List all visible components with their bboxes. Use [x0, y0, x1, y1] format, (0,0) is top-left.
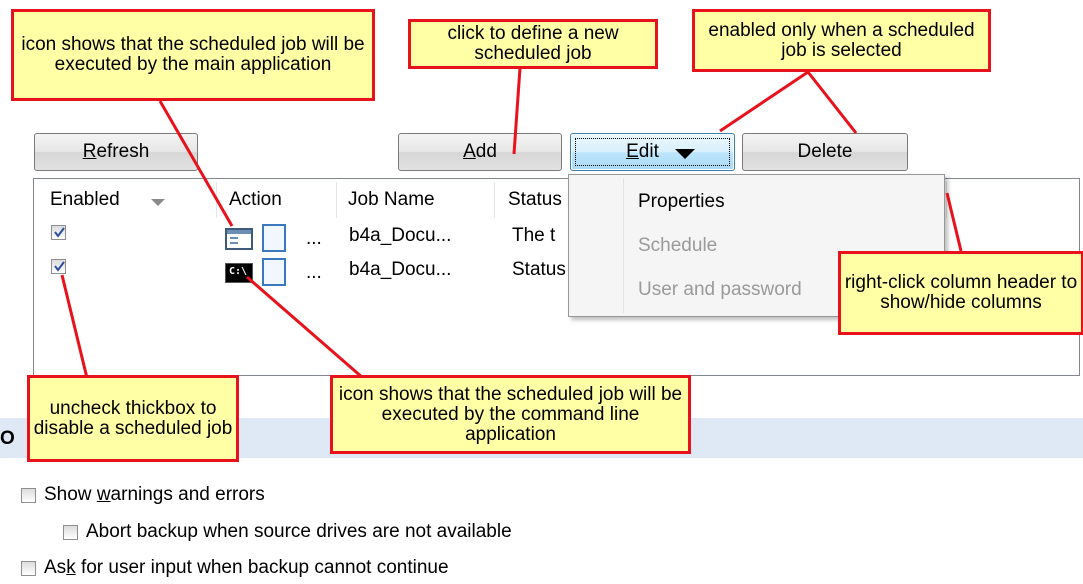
abort-backup-option[interactable]: Abort backup when source drives are not … [63, 521, 512, 543]
column-separator[interactable] [336, 182, 337, 218]
dropdown-arrow-icon [675, 149, 695, 159]
callout-main-app-icon: icon shows that the scheduled job will b… [11, 9, 375, 101]
ask-input-option[interactable]: As k for user input when backup cannot co… [21, 557, 449, 579]
sort-arrow-icon [151, 199, 165, 206]
focus-rectangle [575, 138, 730, 166]
job-name-cell[interactable]: b4a_Docu... [349, 225, 451, 247]
show-warnings-checkbox[interactable] [21, 487, 36, 503]
callout-add-button: click to define a new scheduled job [408, 19, 658, 69]
edit-button[interactable]: Edit [570, 133, 735, 171]
row-enabled-checkbox[interactable] [51, 225, 66, 240]
status-cell[interactable]: The t [512, 225, 555, 247]
action-ellipsis: ... [306, 228, 322, 249]
column-separator[interactable] [216, 182, 217, 218]
job-name-cell[interactable]: b4a_Docu... [349, 259, 451, 281]
column-separator[interactable] [946, 182, 947, 218]
column-header-status[interactable]: Status [508, 189, 562, 211]
main-app-window-icon [225, 228, 253, 250]
command-line-icon: C:\ [225, 263, 253, 283]
document-icon [262, 258, 286, 286]
callout-uncheck-checkbox: uncheck thickbox to disable a scheduled … [27, 375, 239, 462]
column-header-job-name[interactable]: Job Name [348, 189, 435, 211]
menu-item-schedule[interactable]: Schedule [638, 235, 717, 257]
column-separator[interactable] [494, 182, 495, 218]
document-icon [262, 224, 286, 252]
ask-input-checkbox[interactable] [21, 560, 36, 576]
column-header-enabled[interactable]: Enabled [50, 189, 120, 211]
row-enabled-checkbox[interactable] [51, 259, 66, 274]
callout-edit-button: enabled only when a scheduled job is sel… [692, 9, 991, 72]
refresh-button[interactable]: Refresh [34, 133, 198, 171]
column-header-action[interactable]: Action [229, 189, 282, 211]
callout-command-line-icon: icon shows that the scheduled job will b… [330, 375, 691, 454]
show-warnings-option[interactable]: Show w arnings and errors [21, 484, 265, 506]
action-ellipsis: ... [306, 262, 322, 283]
options-section-label: O [0, 428, 15, 449]
delete-button[interactable]: Delete [742, 133, 908, 171]
callout-column-header: right-click column header to show/hide c… [838, 251, 1083, 335]
add-button[interactable]: Add [398, 133, 562, 171]
menu-item-user-and-password[interactable]: User and password [638, 279, 802, 301]
abort-backup-checkbox[interactable] [63, 524, 78, 540]
menu-item-properties[interactable]: Properties [638, 191, 725, 213]
status-cell[interactable]: Status [512, 259, 566, 281]
